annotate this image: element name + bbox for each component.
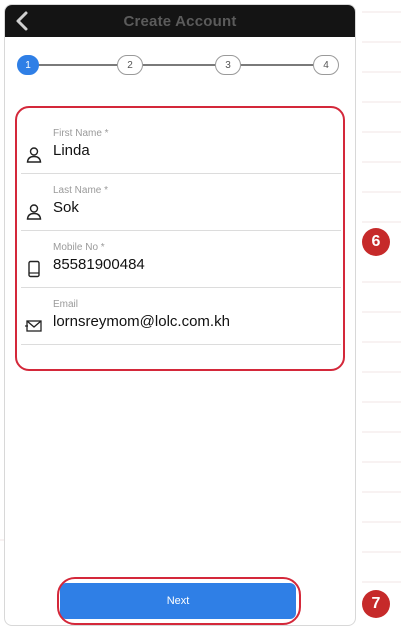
step-4[interactable]: 4 [313,55,339,75]
stepper-connector [37,64,117,66]
back-arrow-icon[interactable] [9,7,37,35]
stepper-connector [241,64,313,66]
top-bar: Create Account [5,5,355,37]
stepper-connector [143,64,215,66]
step-3[interactable]: 3 [215,55,241,75]
form-highlight-outline [15,106,345,371]
next-button-highlight-outline [57,577,301,625]
step-2[interactable]: 2 [117,55,143,75]
page-title: Create Account [123,12,237,30]
step-1[interactable]: 1 [17,55,39,75]
annotation-badge-7: 7 [362,590,390,618]
annotation-badge-6: 6 [362,228,390,256]
progress-stepper: 1 2 3 4 [5,53,355,77]
